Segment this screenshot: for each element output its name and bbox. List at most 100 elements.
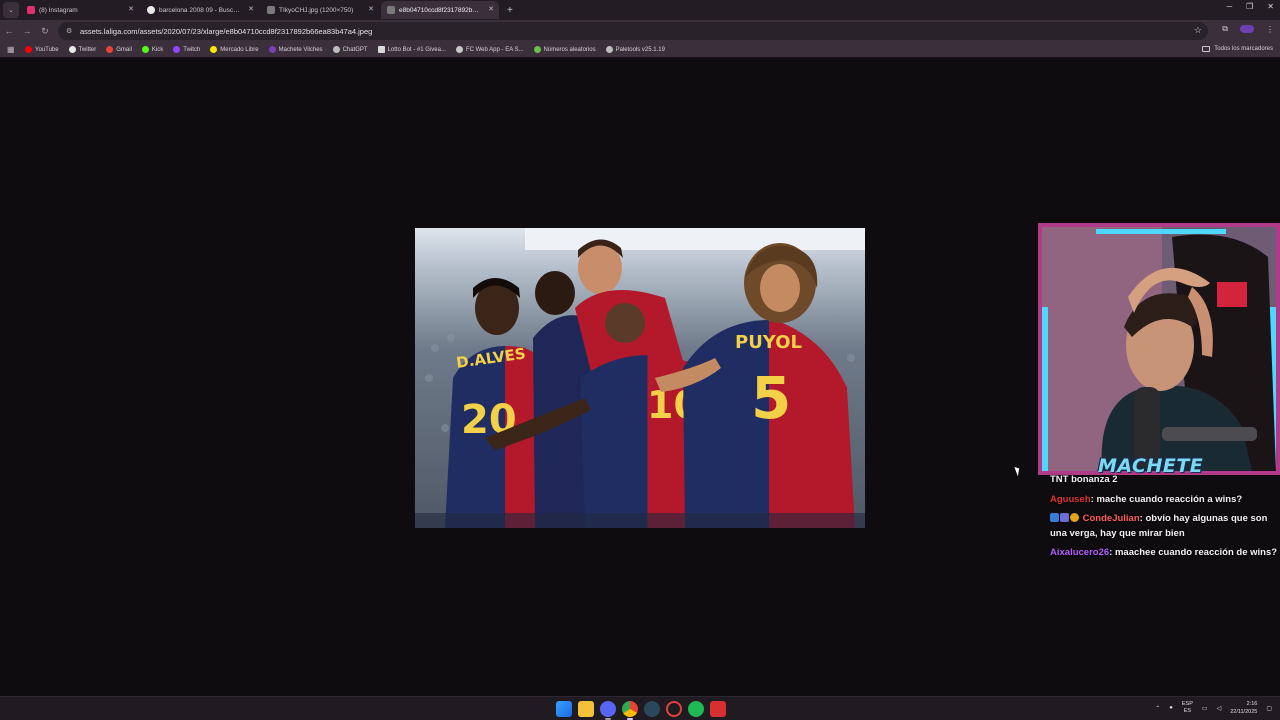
- bookmark-label: Kick: [151, 46, 164, 53]
- svg-text:PUYOL: PUYOL: [735, 332, 802, 353]
- bookmark-fc-web-app[interactable]: FC Web App - EA S...: [455, 46, 524, 53]
- microphone-icon[interactable]: ●: [1169, 705, 1173, 711]
- bookmark-gmail[interactable]: Gmail: [106, 46, 132, 53]
- volume-icon[interactable]: ◁: [1217, 705, 1222, 712]
- bookmark-star-icon[interactable]: ☆: [1194, 25, 1202, 36]
- google-icon: [147, 6, 155, 14]
- steam-icon[interactable]: [644, 701, 660, 717]
- folder-icon: [1202, 46, 1211, 52]
- bookmark-label: Lotto Bot - #1 Givea...: [387, 46, 446, 53]
- minimize-icon[interactable]: ─: [1226, 2, 1232, 11]
- chrome-icon[interactable]: [622, 701, 638, 720]
- all-bookmarks[interactable]: Todos los marcadores: [1202, 46, 1273, 52]
- address-bar[interactable]: ⚙ assets.laliga.com/assets/2020/07/23/xl…: [58, 22, 1208, 40]
- sword-icon: [1060, 513, 1069, 522]
- bookmark-label: Gmail: [116, 46, 132, 53]
- file-explorer-icon[interactable]: [578, 701, 594, 717]
- bookmark-label: Twitch: [183, 46, 201, 53]
- bookmark-twitter[interactable]: Twitter: [68, 46, 97, 53]
- browser-toolbar: ← → ↻ ⚙ assets.laliga.com/assets/2020/07…: [0, 20, 1280, 42]
- app-icon[interactable]: [666, 701, 682, 717]
- close-tab-icon[interactable]: ✕: [248, 5, 254, 13]
- bookmark-chatgpt[interactable]: ChatGPT: [332, 46, 368, 53]
- taskbar: ⌃ ● ESP ES ▭ ◁ 2:16 22/11/2025 ▢: [0, 696, 1280, 720]
- reload-icon[interactable]: ↻: [36, 26, 54, 37]
- back-icon[interactable]: ←: [0, 26, 18, 36]
- bookmark-mercado-libre[interactable]: Mercado Libre: [210, 46, 259, 53]
- screen: ⌄ (8) Instagram ✕ barcelona 2008 09 - Bu…: [0, 0, 1280, 720]
- clock[interactable]: 2:16 22/11/2025: [1230, 700, 1257, 716]
- bookmark-paletools[interactable]: Paletools v25.1.19: [605, 46, 665, 53]
- grid-icon: [377, 46, 385, 53]
- badge-icon: [1050, 513, 1059, 522]
- tab-google-search[interactable]: barcelona 2008 09 - Buscar con Google ✕: [141, 1, 259, 19]
- webcam-overlay: [1038, 223, 1280, 475]
- bookmark-label: ChatGPT: [342, 46, 368, 53]
- tab-title: e8b04710ccd8f2317892b66ea83b47a4.jpeg: [399, 6, 481, 14]
- chat-message: Aguuseh: mache cuando reacción a wins?: [1050, 492, 1280, 507]
- extensions-icon[interactable]: ⧉: [1222, 24, 1228, 34]
- profile-icon[interactable]: [1240, 25, 1254, 33]
- bookmark-label: FC Web App - EA S...: [465, 46, 524, 53]
- chat-username: Aguuseh: [1050, 494, 1091, 505]
- keyboard-layout: ES: [1183, 708, 1192, 714]
- media-app-icon[interactable]: [710, 701, 726, 717]
- chat-username: CondeJulian: [1082, 513, 1140, 524]
- globe-icon: [605, 46, 613, 53]
- x-icon: [68, 46, 76, 53]
- menu-icon[interactable]: ⋮: [1266, 25, 1274, 34]
- discord-icon[interactable]: [600, 701, 616, 720]
- language-code: ESP: [1181, 701, 1193, 707]
- chatgpt-icon: [332, 46, 340, 53]
- bookmark-youtube[interactable]: YouTube: [25, 46, 59, 53]
- tab-strip: ⌄ (8) Instagram ✕ barcelona 2008 09 - Bu…: [0, 0, 1280, 20]
- bookmark-random-numbers[interactable]: Números aleatorios: [533, 46, 596, 53]
- tab-title: TIkyoCHJ.jpg (1200×750): [279, 6, 354, 14]
- close-tab-icon[interactable]: ✕: [128, 5, 134, 13]
- bookmark-label: Paletools v25.1.19: [615, 46, 665, 53]
- channel-icon: [268, 46, 276, 53]
- tab-search-icon[interactable]: ⌄: [3, 2, 19, 18]
- twitch-icon: [173, 46, 181, 53]
- notifications-icon[interactable]: ▢: [1266, 705, 1272, 712]
- chevron-up-icon[interactable]: ⌃: [1155, 705, 1160, 712]
- maximize-icon[interactable]: ❐: [1246, 2, 1253, 11]
- close-tab-icon[interactable]: ✕: [368, 5, 374, 13]
- bookmark-lotto-bot[interactable]: Lotto Bot - #1 Givea...: [377, 46, 446, 53]
- bookmark-twitch[interactable]: Twitch: [173, 46, 200, 53]
- warning-icon: [1070, 513, 1079, 522]
- tab-title: barcelona 2008 09 - Buscar con Google: [159, 6, 241, 14]
- image-icon: [387, 6, 395, 14]
- apps-grid-icon[interactable]: ▦: [7, 45, 15, 54]
- gmail-icon: [106, 46, 114, 53]
- network-icon[interactable]: ▭: [1202, 705, 1208, 712]
- bookmarks-bar: ▦ YouTube Twitter Gmail Kick Twitch Merc…: [0, 42, 1280, 58]
- tab-instagram[interactable]: (8) Instagram ✕: [21, 1, 139, 19]
- url-text: assets.laliga.com/assets/2020/07/23/xlar…: [80, 26, 373, 36]
- svg-text:5: 5: [751, 364, 791, 432]
- chat-username: Aixalucero26: [1050, 547, 1110, 558]
- system-tray: ⌃ ● ESP ES ▭ ◁ 2:16 22/11/2025 ▢: [1155, 700, 1272, 716]
- webcam-feed: [1042, 227, 1276, 471]
- mercadolibre-icon: [210, 46, 218, 53]
- toolbar-right: ⧉ ⋮: [1222, 24, 1274, 34]
- bookmark-label: Números aleatorios: [543, 46, 596, 53]
- close-tab-icon[interactable]: ✕: [488, 5, 494, 13]
- language-indicator[interactable]: ESP ES: [1182, 701, 1193, 715]
- forward-icon[interactable]: →: [18, 26, 36, 36]
- new-tab-icon[interactable]: +: [507, 5, 513, 16]
- all-bookmarks-label: Todos los marcadores: [1214, 46, 1273, 52]
- spotify-icon[interactable]: [688, 701, 704, 717]
- bookmark-kick[interactable]: Kick: [141, 46, 164, 53]
- close-window-icon[interactable]: ✕: [1267, 2, 1274, 11]
- site-info-icon[interactable]: ⚙: [66, 27, 76, 35]
- tab-image-1[interactable]: TIkyoCHJ.jpg (1200×750) ✕: [261, 1, 379, 19]
- bookmark-label: Twitter: [78, 46, 97, 53]
- clock-date: 22/11/2025: [1230, 709, 1258, 715]
- tab-image-active[interactable]: e8b04710ccd8f2317892b66ea83b47a4.jpeg ✕: [381, 1, 499, 19]
- bookmark-label: YouTube: [35, 46, 59, 53]
- windows-start-icon[interactable]: [556, 701, 572, 717]
- bookmark-machete[interactable]: Machete Vilches: [268, 46, 323, 53]
- chat-partial-message: TNT bonanza 2: [1050, 474, 1118, 485]
- window-controls: ─ ❐ ✕: [1226, 2, 1274, 11]
